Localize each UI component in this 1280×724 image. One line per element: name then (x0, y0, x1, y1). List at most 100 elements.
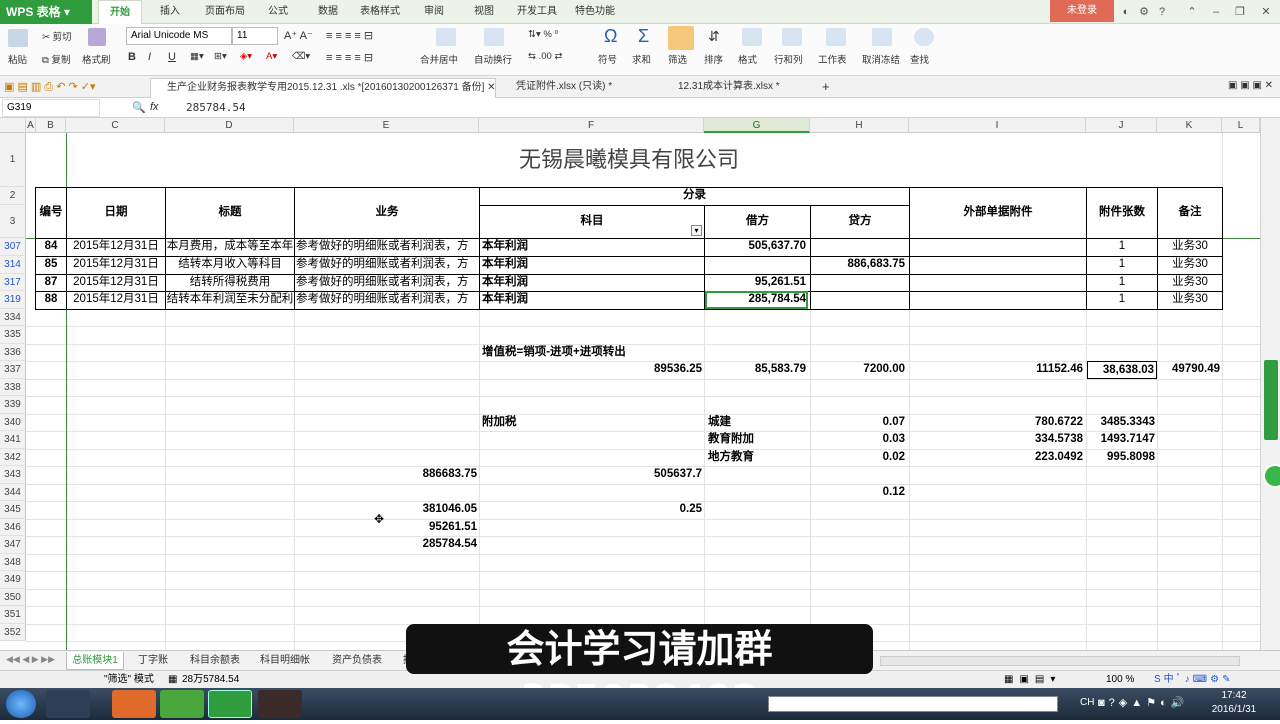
taskbar-browser-icon[interactable] (160, 690, 204, 718)
name-box[interactable]: G319 (2, 99, 100, 117)
cell-credit[interactable] (811, 291, 907, 309)
sheet-tab-active[interactable]: 总账模块1 (66, 652, 124, 670)
worksheet-icon[interactable] (826, 28, 846, 46)
fx-icon[interactable]: fx (150, 101, 159, 113)
ime-toolbar-icons[interactable]: S中ﾟ♪⌨⚙✎ (1154, 671, 1233, 688)
restore-icon[interactable]: ❐ (1232, 4, 1248, 20)
cell-h340[interactable]: 0.07 (811, 414, 907, 431)
paste-icon[interactable] (8, 29, 28, 47)
symbol-label[interactable]: 符号 (598, 52, 617, 66)
cell-debit[interactable]: 95,261.51 (705, 274, 808, 291)
cell-f337[interactable]: 89536.25 (480, 361, 704, 379)
taskbar-wps-icon[interactable] (208, 690, 252, 718)
tab-data[interactable]: 数据 (310, 0, 346, 24)
cell-debit-selected[interactable]: 285,784.54 (705, 291, 808, 309)
italic-icon[interactable]: I (148, 51, 151, 63)
sort-label[interactable]: 排序 (704, 52, 723, 66)
row-header[interactable]: 349 (0, 571, 26, 589)
fill-color-icon[interactable]: ◈▾ (240, 51, 252, 62)
close-icon[interactable]: ✕ (1258, 4, 1274, 20)
settings-icon[interactable]: ⚙ (1136, 4, 1152, 20)
formula-input[interactable]: 285784.54 (186, 101, 246, 114)
cell-attach-count[interactable]: 1 (1087, 256, 1157, 274)
cell-date[interactable]: 2015年12月31日 (67, 256, 165, 274)
find-icon[interactable] (914, 28, 934, 46)
cell-h341[interactable]: 0.03 (811, 431, 907, 449)
format-icon[interactable] (742, 28, 762, 46)
select-all-corner[interactable] (0, 118, 26, 133)
filter-label[interactable]: 筛选 (668, 52, 687, 66)
row-header[interactable]: 351 (0, 606, 26, 624)
row-header[interactable]: 341 (0, 431, 26, 449)
column-header[interactable]: K (1157, 118, 1222, 133)
cell-remark[interactable]: 业务30 (1158, 256, 1222, 274)
cell-business[interactable]: 参考做好的明细账或者利润表，方 (296, 238, 479, 256)
sheet-tab[interactable]: 丁字账 (128, 652, 178, 670)
start-button-icon[interactable] (6, 690, 36, 718)
cell-j341[interactable]: 1493.7147 (1087, 431, 1157, 449)
tab-table-style[interactable]: 表格样式 (356, 0, 404, 24)
window-controls-icon[interactable]: ▣ ▣ ▣ ✕ (1228, 80, 1273, 91)
clock-time[interactable]: 17:42 (1210, 690, 1258, 701)
wrap-text-label[interactable]: 自动换行 (474, 52, 512, 66)
row-header[interactable]: 346 (0, 519, 26, 536)
bold-icon[interactable]: B (128, 51, 136, 63)
new-tab-icon[interactable]: + (822, 79, 830, 94)
cell-debit[interactable] (705, 256, 808, 274)
row-col-icon[interactable] (782, 28, 802, 46)
cell-business[interactable]: 参考做好的明细账或者利润表，方 (296, 274, 479, 291)
row-header[interactable]: 338 (0, 379, 26, 396)
clear-format-icon[interactable]: ⌫▾ (292, 51, 310, 62)
row-header[interactable]: 342 (0, 449, 26, 466)
tab-insert[interactable]: 插入 (150, 0, 190, 24)
cell-title[interactable]: 结转所得税费用 (166, 274, 294, 291)
cell-title[interactable]: 结转本月收入等科目 (166, 256, 294, 274)
cell-k337[interactable]: 49790.49 (1158, 361, 1222, 379)
number-format-icon[interactable]: ⇅▾ % ⁰ (528, 29, 558, 40)
column-header[interactable]: D (165, 118, 294, 133)
row-header[interactable]: 1 (0, 133, 26, 187)
row-header[interactable]: 347 (0, 536, 26, 554)
cell-no[interactable]: 88 (36, 291, 66, 309)
cell-no[interactable]: 87 (36, 274, 66, 291)
row-header[interactable]: 314 (0, 256, 26, 274)
row-header[interactable]: 343 (0, 466, 26, 484)
cell-business[interactable]: 参考做好的明细账或者利润表，方 (296, 291, 479, 309)
cell-h337[interactable]: 7200.00 (811, 361, 907, 379)
underline-icon[interactable]: U (168, 51, 176, 63)
cell-debit[interactable]: 505,637.70 (705, 238, 808, 256)
vat-label[interactable]: 增值税=销项-进项+进项转出 (482, 344, 782, 361)
row-header[interactable]: 307 (0, 238, 26, 256)
tab-page-layout[interactable]: 页面布局 (198, 0, 252, 24)
close-icon[interactable]: ✕ (487, 82, 495, 93)
taskbar-app-icon[interactable] (46, 690, 90, 718)
column-header[interactable]: J (1086, 118, 1157, 133)
tab-special[interactable]: 特色功能 (570, 0, 620, 24)
cell-f345[interactable]: 0.25 (480, 501, 704, 519)
font-color-icon[interactable]: A▾ (266, 51, 277, 62)
row-header[interactable]: 336 (0, 344, 26, 361)
cell-subject[interactable]: 本年利润 (482, 291, 704, 309)
surtax-label[interactable]: 附加税 (482, 414, 582, 431)
freeze-icon[interactable] (872, 28, 892, 46)
cell-credit[interactable] (811, 238, 907, 256)
symbol-icon[interactable]: Ω (604, 26, 617, 47)
cell-i341[interactable]: 334.5738 (910, 431, 1085, 449)
zoom-level[interactable]: 100 % (1106, 671, 1134, 688)
row-header[interactable]: 339 (0, 396, 26, 414)
column-header[interactable]: F (479, 118, 704, 133)
cell-e343[interactable]: 886683.75 (295, 466, 479, 484)
column-header[interactable]: I (909, 118, 1086, 133)
sheet-tab[interactable]: 资产负债表 (322, 652, 392, 670)
row-header[interactable]: 352 (0, 624, 26, 641)
cell-e345[interactable]: 381046.05 (295, 501, 479, 519)
minimize-icon[interactable]: – (1208, 4, 1224, 20)
row-header[interactable]: 335 (0, 326, 26, 344)
merge-center-label[interactable]: 合并居中 (420, 52, 458, 66)
cell-subject[interactable]: 本年利润 (482, 256, 704, 274)
cell-credit[interactable]: 886,683.75 (811, 256, 907, 274)
align-left-icon[interactable]: ≡ ≡ ≡ ≡ ⊟ (326, 51, 373, 64)
column-header[interactable]: A (26, 118, 36, 133)
sort-icon[interactable]: ⇵ (708, 28, 720, 45)
cell-attach-count[interactable]: 1 (1087, 238, 1157, 256)
